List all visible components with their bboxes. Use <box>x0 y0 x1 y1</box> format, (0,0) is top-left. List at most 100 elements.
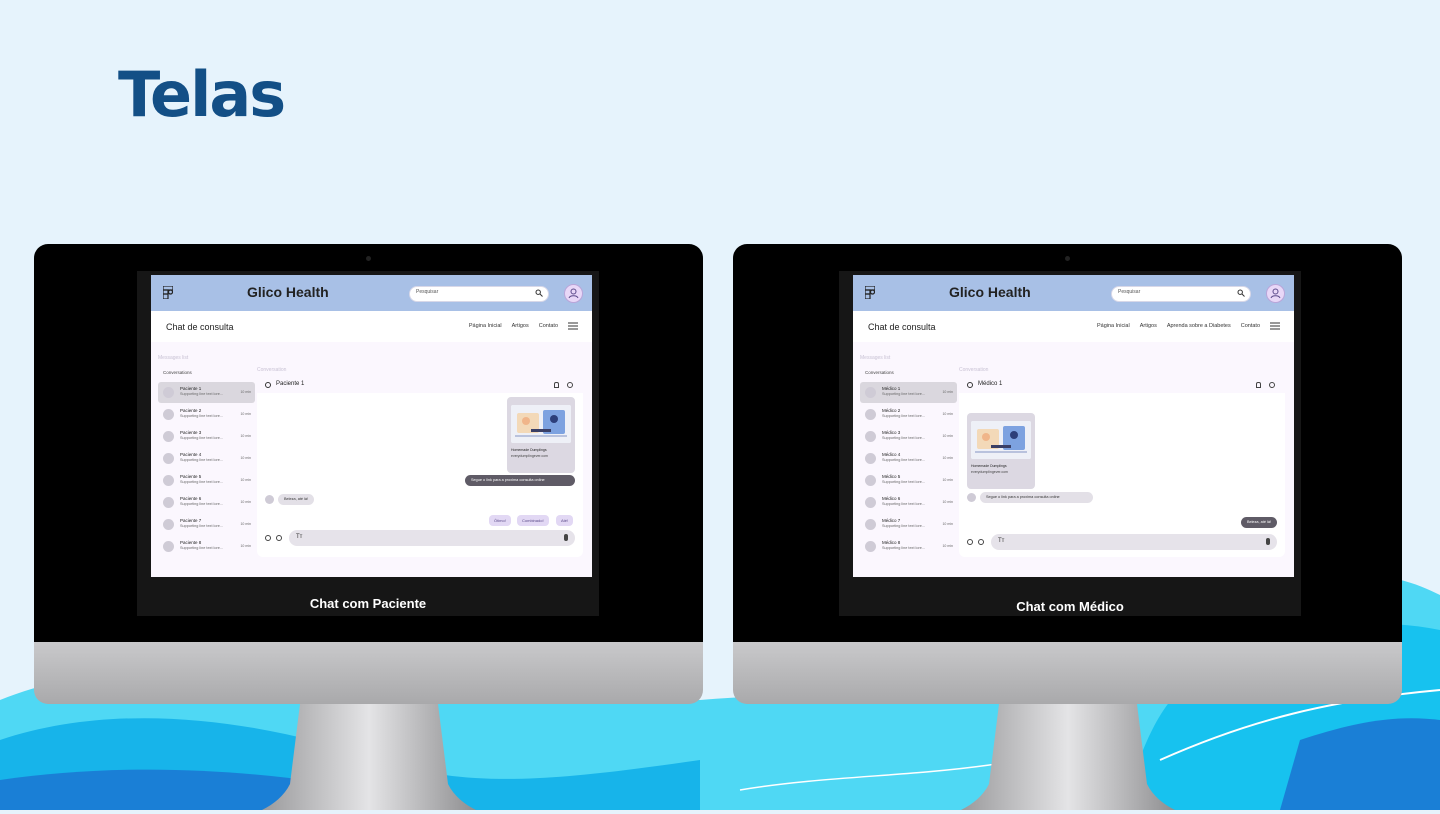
contact-avatar-icon <box>265 495 274 504</box>
monitor-chin <box>733 642 1402 704</box>
list-item[interactable]: Paciente 6 Supporting line text lore... 10… <box>158 492 255 513</box>
nav-link-contact[interactable]: Contato <box>1241 323 1260 329</box>
emoji-icon[interactable] <box>978 539 984 545</box>
search-input[interactable]: Pesquisar <box>409 286 549 302</box>
list-item-preview: Supporting line text lore... <box>180 414 224 418</box>
search-placeholder: Pesquisar <box>416 289 439 295</box>
nav-link-contact[interactable]: Contato <box>539 323 558 329</box>
list-item-name: Médico 4 <box>882 452 901 457</box>
illustration-image <box>971 421 1031 459</box>
card-title: Homemade Dumplings <box>511 448 547 452</box>
list-item-time: 10 min <box>240 500 251 504</box>
search-input[interactable]: Pesquisar <box>1111 286 1251 302</box>
app-window: Glico Health Pesquisar Chat de consulta … <box>151 275 592 577</box>
contact-avatar-icon <box>865 541 876 552</box>
list-item[interactable]: Médico 4 Supporting line text lore... 10 m… <box>860 448 957 469</box>
list-item[interactable]: Médico 7 Supporting line text lore... 10 m… <box>860 514 957 535</box>
list-item-time: 10 min <box>240 434 251 438</box>
nav-link-home[interactable]: Página Inicial <box>469 323 502 329</box>
list-item[interactable]: Paciente 3 Supporting line text lore... 10… <box>158 426 255 447</box>
message-input[interactable]: Tт <box>289 530 575 546</box>
contact-avatar-icon <box>163 475 174 486</box>
contact-avatar-icon <box>865 475 876 486</box>
add-icon[interactable] <box>265 535 271 541</box>
mic-icon[interactable] <box>1266 538 1270 545</box>
suggestion-chip[interactable]: Até! <box>556 515 574 526</box>
composer-placeholder: Tт <box>998 538 1005 544</box>
list-item[interactable]: Médico 3 Supporting line text lore... 10 m… <box>860 426 957 447</box>
settings-icon[interactable] <box>567 382 573 388</box>
add-icon[interactable] <box>967 539 973 545</box>
list-item[interactable]: Médico 5 Supporting line text lore... 10 m… <box>860 470 957 491</box>
list-item-preview: Supporting line text lore... <box>882 480 926 484</box>
mic-icon[interactable] <box>564 534 568 541</box>
nav-link-learn-diabetes[interactable]: Aprenda sobre a Diabetes <box>1167 323 1231 329</box>
list-item-time: 10 min <box>240 456 251 460</box>
messages-list-caption: Messages list <box>158 355 189 361</box>
message-input[interactable]: Tт <box>991 534 1277 550</box>
list-item-preview: Supporting line text lore... <box>180 524 224 528</box>
monitor-bezel: Glico Health Pesquisar Chat de consulta … <box>733 244 1402 642</box>
link-preview-card[interactable]: Homemade Dumplings everydumplingever.com <box>507 397 575 473</box>
list-item-preview: Supporting line text lore... <box>882 546 926 550</box>
user-avatar-icon[interactable] <box>564 284 583 303</box>
contact-avatar-icon <box>163 541 174 552</box>
list-item-name: Médico 7 <box>882 518 901 523</box>
list-item[interactable]: Paciente 1 Supporting line text lore... 10… <box>158 382 255 403</box>
chat-header: Paciente 1 <box>257 377 583 393</box>
conversations-label: Conversations <box>163 370 192 375</box>
monitor-stand <box>262 704 476 810</box>
list-item-name: Médico 3 <box>882 430 901 435</box>
search-icon[interactable] <box>1237 289 1245 297</box>
user-avatar-icon[interactable] <box>1266 284 1285 303</box>
list-item[interactable]: Paciente 5 Supporting line text lore... 10… <box>158 470 255 491</box>
list-item-preview: Supporting line text lore... <box>882 392 926 396</box>
card-url: everydumplingever.com <box>511 454 548 458</box>
figma-logo-icon <box>865 286 875 299</box>
conversations-label: Conversations <box>865 370 894 375</box>
list-item-time: 10 min <box>240 544 251 548</box>
list-item-time: 10 min <box>240 522 251 526</box>
list-item-name: Paciente 5 <box>180 474 202 479</box>
link-preview-card[interactable]: Homemade Dumplings everydumplingever.com <box>967 413 1035 489</box>
menu-icon[interactable] <box>1270 322 1280 330</box>
contact-icon <box>265 382 271 388</box>
bell-icon[interactable] <box>1256 382 1261 388</box>
search-icon[interactable] <box>535 289 543 297</box>
nav-link-home[interactable]: Página Inicial <box>1097 323 1130 329</box>
suggestion-chip[interactable]: Ótimo! <box>489 515 511 526</box>
list-item[interactable]: Médico 1 Supporting line text lore... 10 m… <box>860 382 957 403</box>
suggestion-chip[interactable]: Combinado! <box>517 515 549 526</box>
list-item[interactable]: Paciente 7 Supporting line text lore... 10… <box>158 514 255 535</box>
page-header: Chat de consulta Página Inicial Artigos … <box>853 311 1294 342</box>
contact-avatar-icon <box>163 497 174 508</box>
content-area: Messages list Conversation Conversations… <box>853 342 1294 577</box>
list-item[interactable]: Médico 8 Supporting line text lore... 10 m… <box>860 536 957 557</box>
slide-title: Telas <box>118 58 286 131</box>
contact-avatar-icon <box>865 519 876 530</box>
nav-link-articles[interactable]: Artigos <box>1140 323 1157 329</box>
contact-avatar-icon <box>163 431 174 442</box>
nav-link-articles[interactable]: Artigos <box>512 323 529 329</box>
illustration-image <box>511 405 571 443</box>
contact-avatar-icon <box>865 387 876 398</box>
settings-icon[interactable] <box>1269 382 1275 388</box>
monitor-bezel: Glico Health Pesquisar Chat de consulta … <box>34 244 703 642</box>
content-area: Messages list Conversation Conversations… <box>151 342 592 577</box>
contact-avatar-icon <box>163 409 174 420</box>
list-item[interactable]: Paciente 4 Supporting line text lore... 10… <box>158 448 255 469</box>
list-item-preview: Supporting line text lore... <box>882 524 926 528</box>
list-item-time: 10 min <box>942 522 953 526</box>
list-item[interactable]: Paciente 8 Supporting line text lore... 10… <box>158 536 255 557</box>
nav-links: Página Inicial Artigos Contato <box>469 323 558 329</box>
list-item[interactable]: Médico 6 Supporting line text lore... 10 m… <box>860 492 957 513</box>
monitor-left: Glico Health Pesquisar Chat de consulta … <box>34 244 703 810</box>
menu-icon[interactable] <box>568 322 578 330</box>
list-item[interactable]: Paciente 2 Supporting line text lore... 10… <box>158 404 255 425</box>
bell-icon[interactable] <box>554 382 559 388</box>
conversation-caption: Conversation <box>257 367 287 373</box>
search-placeholder: Pesquisar <box>1118 289 1141 295</box>
card-title: Homemade Dumplings <box>971 464 1007 468</box>
list-item[interactable]: Médico 2 Supporting line text lore... 10 m… <box>860 404 957 425</box>
emoji-icon[interactable] <box>276 535 282 541</box>
